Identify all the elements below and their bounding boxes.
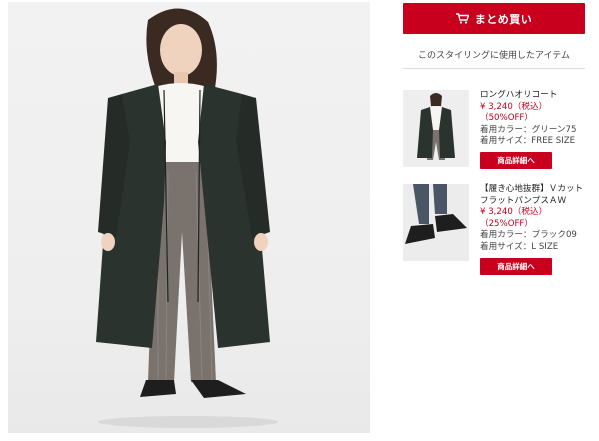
product-size: 着用サイズ：FREE SIZE — [480, 136, 576, 147]
product-size: 着用サイズ：L SIZE — [480, 241, 559, 252]
product-thumbnail[interactable] — [403, 184, 469, 261]
product-discount: （25%OFF） — [480, 218, 533, 229]
bulk-buy-label: まとめ買い — [474, 12, 533, 26]
product-color: 着用カラー：ブラック09 — [480, 230, 577, 241]
product-discount: （50%OFF） — [480, 113, 533, 124]
product-name[interactable]: 【履き心地抜群】ＶカットフラットパンプスＡＷ — [480, 184, 585, 207]
section-heading: このスタイリングに使用したアイテム — [417, 51, 571, 61]
cart-icon — [455, 13, 469, 24]
product-color: 着用カラー：グリーン75 — [480, 124, 577, 135]
product-detail-button[interactable]: 商品詳細へ — [480, 257, 552, 275]
product-detail-button[interactable]: 商品詳細へ — [480, 151, 552, 169]
product-name[interactable]: ロングハオリコート — [480, 90, 585, 102]
product-price: ¥ 3,240（税込） — [480, 101, 548, 112]
list-item: ロングハオリコート ¥ 3,240（税込） （50%OFF） 着用カラー：グリー… — [403, 90, 585, 190]
list-item: 【履き心地抜群】ＶカットフラットパンプスＡＷ ¥ 3,240（税込） （25%O… — [403, 184, 585, 284]
product-thumbnail[interactable] — [403, 90, 469, 167]
divider — [403, 68, 585, 69]
model-illustration — [96, 8, 278, 428]
bulk-buy-button[interactable]: まとめ買い — [403, 3, 585, 34]
product-price: ¥ 3,240（税込） — [480, 207, 548, 218]
styling-photo — [8, 2, 370, 433]
